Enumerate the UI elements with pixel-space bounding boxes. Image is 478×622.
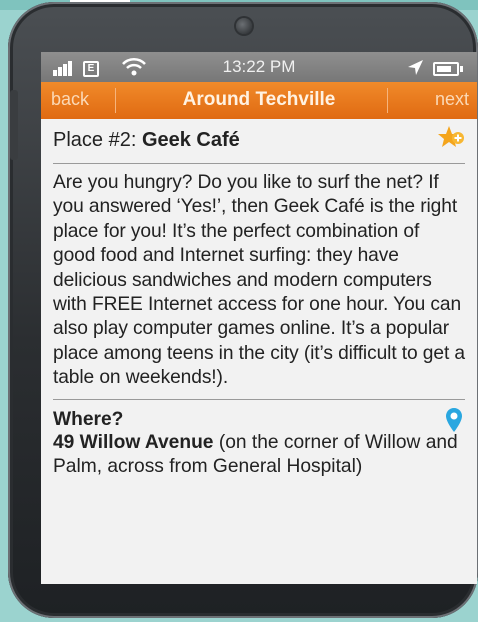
content-area: Place #2: Geek Café Are you hungry? Do y…	[41, 119, 477, 478]
address-text: 49 Willow Avenue (on the corner of Willo…	[53, 431, 465, 478]
star-add-icon[interactable]	[437, 125, 467, 151]
phone-screen: E 13:22 PM back Around Techville next Pl…	[41, 52, 477, 584]
place-title-prefix: Place #2:	[53, 129, 142, 151]
phone-frame: E 13:22 PM back Around Techville next Pl…	[8, 2, 478, 618]
status-bar: E 13:22 PM	[41, 52, 477, 82]
map-pin-icon[interactable]	[445, 407, 463, 433]
where-label: Where?	[53, 408, 124, 430]
where-section: Where? 49 Willow Avenue (on the corner o…	[53, 400, 465, 479]
nav-divider-right	[387, 88, 388, 113]
place-title-name: Geek Café	[141, 129, 240, 151]
battery-icon	[433, 62, 463, 76]
address-street: 49 Willow Avenue	[53, 432, 214, 454]
place-title: Place #2: Geek Café	[53, 119, 465, 164]
location-arrow-icon	[408, 60, 423, 75]
nav-bar: back Around Techville next	[41, 82, 477, 119]
nav-title: Around Techville	[182, 89, 336, 110]
side-button	[10, 90, 18, 160]
front-camera	[236, 18, 252, 34]
place-description: Are you hungry? Do you like to surf the …	[53, 171, 465, 400]
next-button[interactable]: next	[435, 89, 469, 110]
